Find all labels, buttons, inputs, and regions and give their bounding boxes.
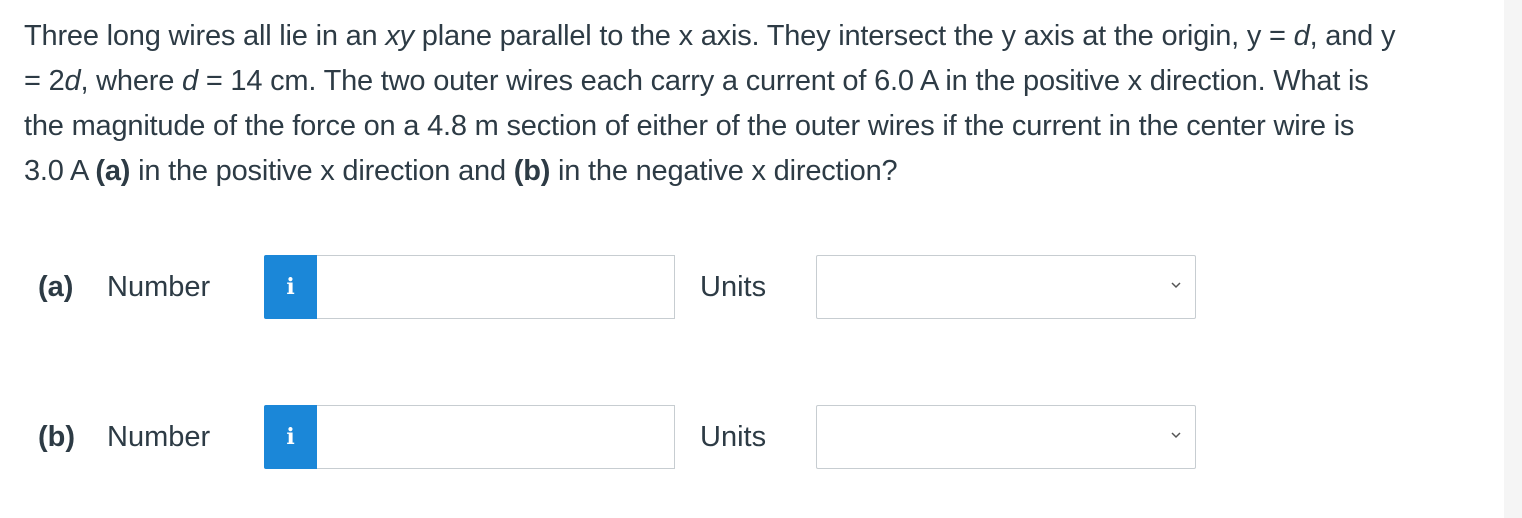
units-select-b[interactable] bbox=[816, 405, 1196, 469]
page-edge-divider bbox=[1504, 0, 1522, 518]
question-line-3: the magnitude of the force on a 4.8 m se… bbox=[24, 110, 1355, 142]
question-line-2: = 2d, where d = 14 cm. The two outer wir… bbox=[24, 65, 1369, 97]
answer-row-b: (b) Number i Units bbox=[0, 404, 1522, 470]
info-icon[interactable]: i bbox=[264, 255, 317, 319]
info-icon[interactable]: i bbox=[264, 405, 317, 469]
answer-row-a: (a) Number i Units bbox=[0, 254, 1522, 320]
units-label-b: Units bbox=[700, 421, 767, 453]
number-input-b[interactable] bbox=[317, 405, 675, 469]
question-line-1: Three long wires all lie in an xy plane … bbox=[24, 20, 1396, 52]
part-label-b: (b) bbox=[38, 421, 76, 453]
question-text: Three long wires all lie in an xy plane … bbox=[24, 14, 1504, 194]
part-label-a: (a) bbox=[38, 271, 74, 303]
info-glyph: i bbox=[286, 424, 295, 450]
info-glyph: i bbox=[286, 274, 295, 300]
units-select-a[interactable] bbox=[816, 255, 1196, 319]
question-line-4: 3.0 A (a) in the positive x direction an… bbox=[24, 155, 898, 187]
number-label-a: Number bbox=[107, 271, 211, 303]
number-input-a[interactable] bbox=[317, 255, 675, 319]
number-label-b: Number bbox=[107, 421, 211, 453]
chevron-down-icon bbox=[1171, 432, 1181, 439]
units-label-a: Units bbox=[700, 271, 767, 303]
chevron-down-icon bbox=[1171, 282, 1181, 289]
